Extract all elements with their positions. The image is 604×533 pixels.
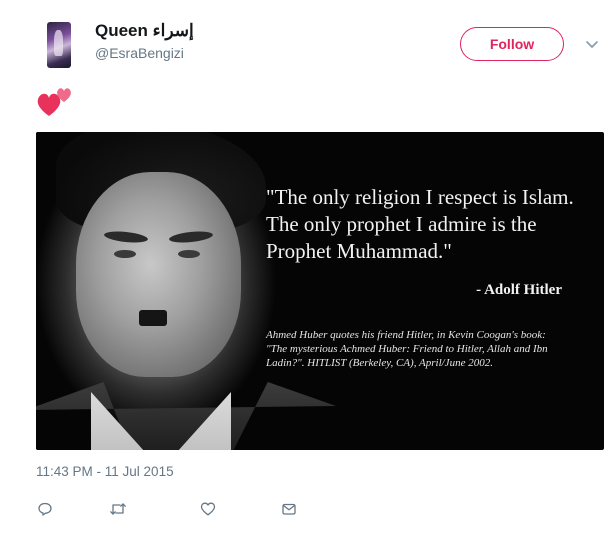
retweet-icon[interactable] — [109, 500, 127, 518]
tweet-timestamp[interactable]: 11:43 PM - 11 Jul 2015 — [36, 464, 174, 479]
two-hearts-emoji — [36, 86, 76, 118]
image-quote: "The only religion I respect is Islam. T… — [266, 185, 574, 263]
chevron-down-icon[interactable] — [584, 36, 600, 52]
tweet-image[interactable]: "The only religion I respect is Islam. T… — [36, 132, 604, 450]
envelope-icon[interactable] — [280, 500, 298, 518]
reply-icon[interactable] — [36, 500, 54, 518]
image-citation: Ahmed Huber quotes his friend Hitler, in… — [266, 329, 548, 369]
avatar[interactable] — [47, 22, 71, 68]
user-handle[interactable]: @EsraBengizi — [95, 45, 184, 61]
follow-button[interactable]: Follow — [460, 27, 564, 61]
display-name[interactable]: Queen إسراء — [95, 21, 194, 41]
portrait-photo — [36, 132, 336, 450]
image-attribution: - Adolf Hitler — [476, 282, 562, 298]
heart-icon[interactable] — [199, 500, 217, 518]
